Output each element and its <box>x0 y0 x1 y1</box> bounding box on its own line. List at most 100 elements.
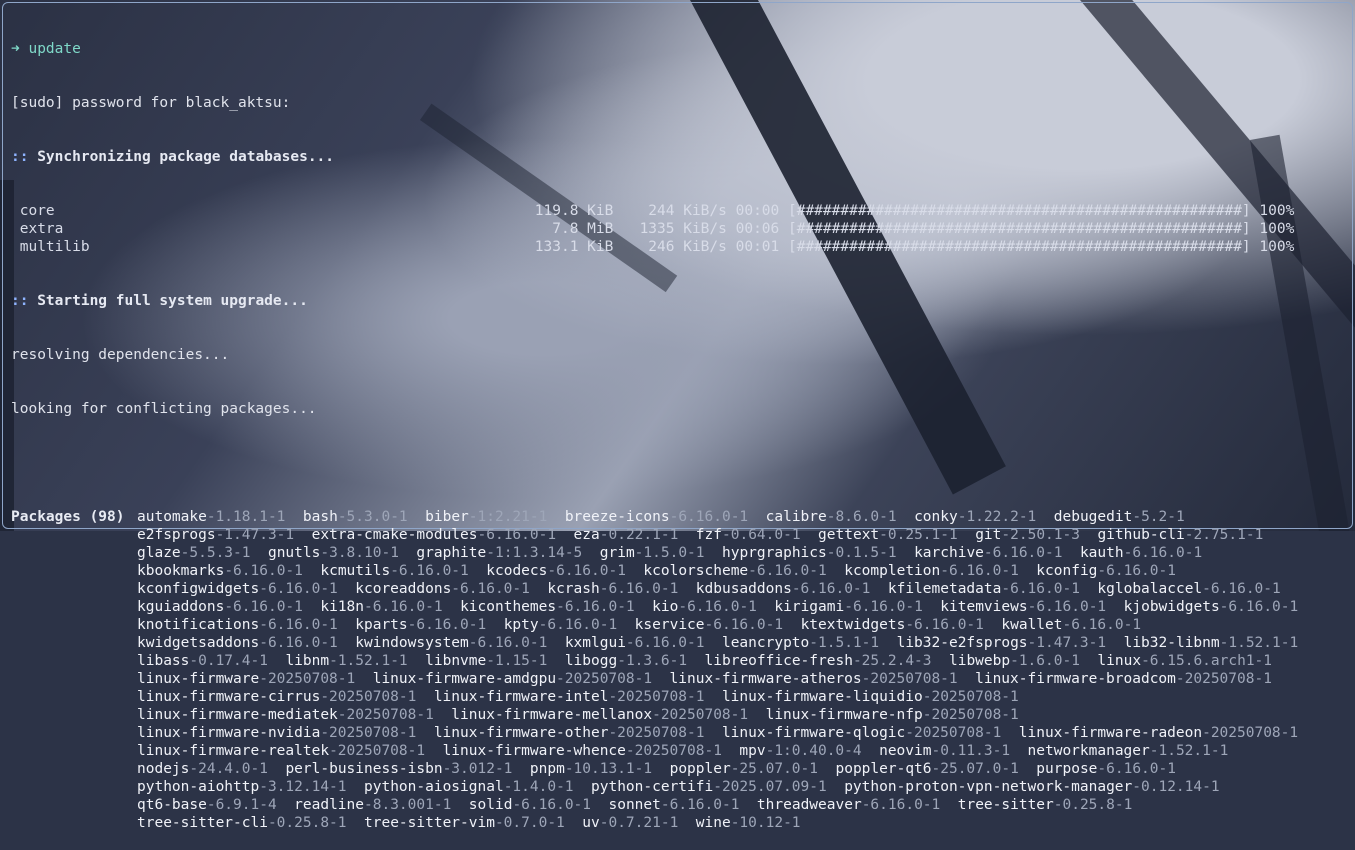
package-name: kirigami <box>774 599 845 615</box>
package-row: e2fsprogs-1.47.3-1 extra-cmake-modules-6… <box>137 526 1347 544</box>
package-name: kjobwidgets <box>1123 599 1220 615</box>
sync-header: :: Synchronizing package databases... <box>11 148 1347 166</box>
package-name: linux-firmware-nfp <box>765 707 923 723</box>
package-name: linux-firmware-atheros <box>669 671 862 687</box>
package-version: -0.11.3-1 <box>931 743 1011 759</box>
package-row: qt6-base-6.9.1-4 readline-8.3.001-1 soli… <box>137 796 1347 814</box>
package-name: linux-firmware-whence <box>442 743 626 759</box>
db-percent: 100% <box>1250 221 1295 237</box>
package-name: kfilemetadata <box>887 581 1002 597</box>
package-version: -6.16.0-1 <box>364 599 443 615</box>
package-version: -0.1.5-1 <box>826 545 897 561</box>
package-version: -6.16.0-1 <box>1027 599 1107 615</box>
package-row: kbookmarks-6.16.0-1 kcmutils-6.16.0-1 kc… <box>137 562 1347 580</box>
package-row: knotifications-6.16.0-1 kparts-6.16.0-1 … <box>137 616 1347 634</box>
package-version: -1.15-1 <box>486 653 548 669</box>
package-version: -2.50.1-3 <box>1001 527 1080 543</box>
package-name: tree-sitter-vim <box>364 815 495 831</box>
upgrade-header-text: Starting full system upgrade... <box>37 293 308 309</box>
package-version: -6.16.0-1 <box>844 599 923 615</box>
package-name: pnpm <box>529 761 565 777</box>
package-version: -5.5.3-1 <box>180 545 251 561</box>
package-name: karchive <box>914 545 984 561</box>
package-version: -6.16.0-1 <box>224 599 303 615</box>
package-version: -0.7.21-1 <box>599 815 679 831</box>
package-version: -0.25.8-1 <box>267 815 347 831</box>
package-version: -1.22.2-1 <box>957 509 1037 525</box>
package-name: kio <box>652 599 679 615</box>
package-version: -6.16.0-1 <box>556 599 635 615</box>
package-version: -1.3.6-1 <box>617 653 688 669</box>
package-name: debugedit <box>1053 509 1133 525</box>
package-version: -6.16.0-1 <box>905 617 984 633</box>
package-name: bash <box>302 509 338 525</box>
prompt-line: ➜ update <box>11 40 1347 58</box>
package-version: -8.3.001-1 <box>364 797 452 813</box>
database-row: multilib 133.1 KiB 246 KiB/s 00:01 [####… <box>11 238 1347 256</box>
db-time: 00:00 <box>726 203 788 219</box>
package-name: linux-firmware-mediatek <box>137 707 338 723</box>
db-percent: 100% <box>1250 239 1295 255</box>
package-version: -20250708-1 <box>922 707 1019 723</box>
package-name: biber <box>425 509 469 525</box>
package-name: leancrypto <box>721 635 810 651</box>
upgrade-header: :: Starting full system upgrade... <box>11 292 1347 310</box>
package-name: breeze-icons <box>564 509 670 525</box>
package-version: -20250708-1 <box>556 671 653 687</box>
prompt-command: update <box>28 41 81 57</box>
package-version: -6.16.0-1 <box>547 563 626 579</box>
package-name: kservice <box>634 617 705 633</box>
package-version: -6.16.0-1 <box>390 563 469 579</box>
package-version: -0.17.4-1 <box>189 653 268 669</box>
package-row: nodejs-24.4.0-1 perl-business-isbn-3.012… <box>137 760 1347 778</box>
package-name: calibre <box>765 509 827 525</box>
package-name: kwindowsystem <box>355 635 469 651</box>
package-name: ktextwidgets <box>800 617 906 633</box>
terminal-output[interactable]: ➜ update [sudo] password for black_aktsu… <box>11 4 1347 850</box>
package-version: -20250708-1 <box>652 707 749 723</box>
package-version: -5.2-1 <box>1132 509 1185 525</box>
package-version: -20250708-1 <box>320 725 417 741</box>
package-version: -6.16.0-1 <box>259 635 338 651</box>
package-name: kdbusaddons <box>695 581 792 597</box>
package-row: automake-1.18.1-1 bash-5.3.0-1 biber-1:2… <box>137 508 1347 526</box>
prompt-arrow-icon: ➜ <box>11 41 20 57</box>
db-size: 119.8 KiB <box>526 203 614 219</box>
db-size: 133.1 KiB <box>526 239 614 255</box>
package-name: kiconthemes <box>460 599 557 615</box>
package-name: git <box>975 527 1002 543</box>
package-name: libnvme <box>425 653 487 669</box>
package-row: glaze-5.5.3-1 gnutls-3.8.10-1 graphite-1… <box>137 544 1347 562</box>
package-name: conky <box>914 509 958 525</box>
package-row: linux-firmware-mediatek -20250708-1 linux… <box>137 706 1347 724</box>
package-version: -20250708-1 <box>608 725 705 741</box>
package-name: neovim <box>879 743 932 759</box>
package-version: -5.3.0-1 <box>337 509 408 525</box>
package-name: nodejs <box>137 761 190 777</box>
package-name: kguiaddons <box>137 599 225 615</box>
package-version: -20250708-1 <box>259 671 356 687</box>
package-name: kwidgetsaddons <box>137 635 260 651</box>
package-row: kconfigwidgets-6.16.0-1 kcoreaddons-6.16… <box>137 580 1347 598</box>
package-version: -6.16.0-1 <box>538 617 618 633</box>
package-name: glaze <box>137 545 181 561</box>
package-name: linux-firmware-realtek <box>137 743 330 759</box>
package-name: gnutls <box>267 545 321 561</box>
package-version: -1.52.1-1 <box>1219 635 1299 651</box>
package-name: knotifications <box>137 617 260 633</box>
package-version: -1:0.40.0-4 <box>765 743 862 759</box>
package-name: linux <box>1097 653 1142 669</box>
db-progress-bar: [#######################################… <box>787 203 1251 219</box>
package-name: linux-firmware-amdgpu <box>372 671 557 687</box>
db-name: extra <box>11 221 527 237</box>
package-row: tree-sitter-cli-0.25.8-1 tree-sitter-vim… <box>137 814 1347 832</box>
package-name: tree-sitter-cli <box>137 815 268 831</box>
package-version: -1.5.1-1 <box>809 635 880 651</box>
package-row: libass-0.17.4-1 libnm-1.52.1-1 libnvme-1… <box>137 652 1347 670</box>
package-version: -1.6.0-1 <box>1010 653 1080 669</box>
db-time: 00:01 <box>726 239 788 255</box>
package-version: -3.12.14-1 <box>259 779 347 795</box>
package-version: -6.16.0-1 <box>1097 761 1176 777</box>
package-version: -6.16.0-1 <box>660 797 740 813</box>
package-version: -6.16.0-1 <box>259 581 338 597</box>
